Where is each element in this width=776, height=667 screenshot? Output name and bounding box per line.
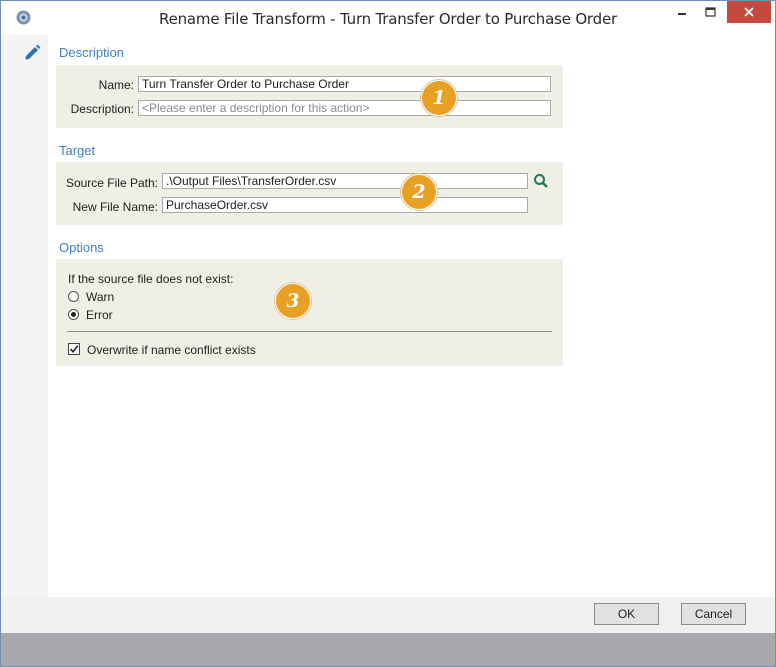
- description-heading: Description: [59, 45, 125, 60]
- target-panel: [56, 162, 563, 225]
- ok-button[interactable]: OK: [594, 603, 659, 625]
- close-button[interactable]: [727, 1, 771, 23]
- callout-badge-2: 2: [401, 174, 437, 210]
- close-icon: [744, 7, 754, 17]
- side-tab-strip: [1, 35, 48, 597]
- dialog-window: Rename File Transform - Turn Transfer Or…: [0, 0, 776, 667]
- description-input[interactable]: <Please enter a description for this act…: [138, 100, 551, 116]
- checkmark-icon: [69, 345, 79, 354]
- options-divider: [67, 331, 552, 332]
- missing-source-prompt: If the source file does not exist:: [68, 272, 234, 286]
- name-label: Name:: [98, 78, 134, 92]
- radio-warn-circle[interactable]: [68, 291, 79, 302]
- overwrite-checkbox-label[interactable]: Overwrite if name conflict exists: [87, 343, 256, 357]
- radio-error-label[interactable]: Error: [86, 308, 113, 322]
- source-file-path-label: Source File Path:: [65, 176, 158, 190]
- maximize-button[interactable]: [697, 1, 723, 23]
- status-bar: [1, 633, 775, 666]
- cancel-button[interactable]: Cancel: [681, 603, 746, 625]
- target-heading: Target: [59, 143, 96, 158]
- title-bar[interactable]: Rename File Transform - Turn Transfer Or…: [1, 1, 775, 35]
- minimize-button[interactable]: [669, 1, 695, 23]
- source-file-path-input[interactable]: .\Output Files\TransferOrder.csv: [162, 173, 528, 189]
- new-file-name-input[interactable]: PurchaseOrder.csv: [162, 197, 528, 213]
- callout-badge-3: 3: [275, 283, 311, 319]
- maximize-icon: [704, 7, 716, 17]
- minimize-icon: [678, 13, 686, 15]
- overwrite-checkbox-box[interactable]: [68, 343, 80, 355]
- radio-warn-label[interactable]: Warn: [86, 290, 114, 304]
- window-title: Rename File Transform - Turn Transfer Or…: [159, 10, 617, 28]
- new-file-name-label: New File Name:: [72, 200, 158, 214]
- description-panel: [56, 65, 563, 128]
- search-icon[interactable]: [533, 173, 549, 189]
- options-heading: Options: [59, 240, 104, 255]
- callout-badge-1: 1: [421, 80, 457, 116]
- radio-error-circle[interactable]: [68, 309, 79, 320]
- description-label: Description:: [70, 102, 134, 116]
- name-input[interactable]: Turn Transfer Order to Purchase Order: [138, 76, 551, 92]
- edit-pencil-icon[interactable]: [23, 43, 41, 61]
